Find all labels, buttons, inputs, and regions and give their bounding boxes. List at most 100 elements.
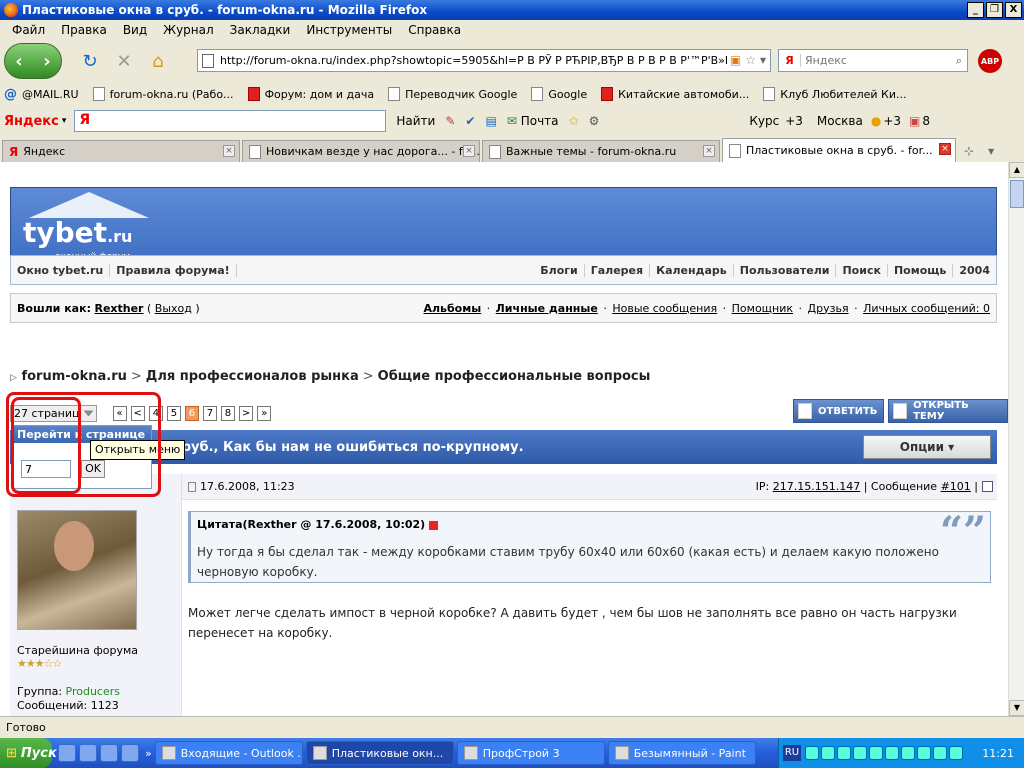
tab-yandex[interactable]: Я Яндекс × (2, 140, 240, 162)
minimize-button[interactable]: _ (967, 2, 984, 18)
search-input[interactable] (801, 53, 931, 68)
site-logo[interactable]: tybet.ru (23, 216, 132, 249)
nav-calendar[interactable]: Календарь (650, 263, 734, 277)
page-8[interactable]: 8 (220, 406, 235, 421)
personal-data-link[interactable]: Личные данные (496, 302, 598, 315)
breadcrumb-general[interactable]: Общие профессиональные вопросы (378, 369, 651, 384)
menu-view[interactable]: Вид (115, 23, 155, 37)
quicklaunch-icon-2[interactable] (79, 744, 97, 762)
volume-icon[interactable] (949, 746, 963, 760)
back-forward-buttons[interactable]: ‹ › (4, 43, 62, 79)
tab-list-icon[interactable]: ▾ (988, 144, 994, 158)
scroll-up-icon[interactable]: ▲ (1009, 162, 1024, 178)
start-button[interactable]: ⊞ Пуск (0, 738, 57, 768)
nav-users[interactable]: Пользователи (734, 263, 837, 277)
tab-scroll-icon[interactable]: ⊹ (964, 144, 974, 158)
tray-icon-6[interactable] (885, 746, 899, 760)
bookmark-google[interactable]: Google (531, 87, 587, 101)
yandex-engine-icon[interactable]: Я (779, 54, 801, 67)
mail-button[interactable]: ✉ Почта (507, 114, 559, 128)
adblock-button[interactable]: ABP (978, 49, 1002, 73)
search-box[interactable]: Я ⌕ (778, 49, 968, 72)
quicklaunch-icon-3[interactable] (100, 744, 118, 762)
reply-button[interactable]: ОТВЕТИТЬ (793, 399, 885, 423)
vertical-scrollbar[interactable]: ▲ ▼ (1008, 162, 1024, 716)
nav-blogs[interactable]: Блоги (534, 263, 585, 277)
language-indicator[interactable]: RU (783, 745, 801, 761)
friends-link[interactable]: Друзья (808, 302, 849, 315)
tray-icon-2[interactable] (821, 746, 835, 760)
breadcrumb-professionals[interactable]: Для профессионалов рынка (146, 369, 359, 384)
task-paint[interactable]: Безымянный - Paint (607, 741, 756, 765)
new-topic-button[interactable]: ОТКРЫТЬ ТЕМУ (888, 399, 1008, 423)
close-tab-icon[interactable]: × (223, 145, 235, 157)
mail-count-icon[interactable]: ▣ (909, 114, 920, 128)
bookmark-forum-okna[interactable]: forum-okna.ru (Рабо... (92, 87, 234, 101)
reload-icon[interactable]: ↻ (78, 49, 102, 73)
ip-link[interactable]: 217.15.151.147 (773, 480, 860, 493)
page-5[interactable]: 5 (166, 406, 181, 421)
nav-search[interactable]: Поиск (836, 263, 888, 277)
logout-link[interactable]: Выход (155, 302, 192, 315)
nav-2004[interactable]: 2004 (953, 264, 996, 277)
close-tab-icon[interactable]: × (463, 145, 475, 157)
back-icon[interactable]: ‹ (15, 51, 22, 72)
close-tab-icon[interactable]: × (939, 143, 951, 155)
tray-icon-1[interactable] (805, 746, 819, 760)
nav-okno-tybet[interactable]: Окно tybet.ru (11, 263, 111, 277)
close-button[interactable]: X (1005, 2, 1022, 18)
tab-plastikovye-okna[interactable]: Пластиковые окна в сруб. - for... × (722, 138, 956, 162)
tray-icon-7[interactable] (901, 746, 915, 760)
menu-history[interactable]: Журнал (155, 23, 222, 37)
nav-gallery[interactable]: Галерея (585, 263, 651, 277)
avatar[interactable] (17, 510, 137, 630)
bookmark-china-cars[interactable]: Китайские автомоби... (601, 87, 749, 101)
forward-icon[interactable]: › (43, 51, 50, 72)
close-tab-icon[interactable]: × (703, 145, 715, 157)
assistant-link[interactable]: Помощник (732, 302, 793, 315)
bookmark-translator[interactable]: Переводчик Google (388, 87, 517, 101)
tray-icon-3[interactable] (837, 746, 851, 760)
city-label[interactable]: Москва (817, 114, 863, 128)
rate-label[interactable]: Курс (749, 114, 779, 128)
menu-tools[interactable]: Инструменты (298, 23, 400, 37)
nav-rules[interactable]: Правила форума! (110, 263, 237, 277)
task-outlook[interactable]: Входящие - Outlook ... (154, 741, 303, 765)
search-icon[interactable]: ⌕ (956, 54, 962, 68)
scroll-thumb[interactable] (1010, 180, 1024, 208)
tray-icon-8[interactable] (917, 746, 931, 760)
nav-help[interactable]: Помощь (888, 263, 954, 277)
scroll-down-icon[interactable]: ▼ (1009, 700, 1024, 716)
menu-file[interactable]: Файл (4, 23, 53, 37)
tray-icon-5[interactable] (869, 746, 883, 760)
bookmark-star-icon[interactable]: ☆ (745, 53, 756, 67)
rss-icon[interactable]: ▣ (730, 53, 741, 67)
select-post-checkbox[interactable] (982, 481, 993, 492)
quicklaunch-icon-4[interactable] (121, 744, 139, 762)
menu-bookmarks[interactable]: Закладки (222, 23, 299, 37)
options-button[interactable]: Опции ▾ (863, 435, 991, 459)
home-icon[interactable]: ⌂ (146, 49, 170, 73)
tab-novichkam[interactable]: Новичкам везде у нас дорога... - for... … (242, 140, 480, 162)
albums-link[interactable]: Альбомы (423, 302, 481, 315)
dropdown-icon[interactable]: ▾ (760, 53, 766, 67)
menu-edit[interactable]: Правка (53, 23, 115, 37)
bookmark-club[interactable]: Клуб Любителей Ки... (763, 87, 906, 101)
clock[interactable]: 11:21 (982, 747, 1014, 760)
tray-icon-9[interactable] (933, 746, 947, 760)
tab-vazhnye-temy[interactable]: Важные темы - forum-okna.ru × (482, 140, 720, 162)
breadcrumb-forum[interactable]: forum-okna.ru (21, 369, 126, 384)
yandex-logo[interactable]: Яндекс (4, 114, 59, 129)
chevron-down-icon[interactable]: ▾ (62, 116, 67, 126)
translate-icon[interactable]: ▤ (485, 114, 496, 128)
find-button[interactable]: Найти (396, 114, 435, 128)
stop-icon[interactable]: ✕ (112, 49, 136, 73)
page-7[interactable]: 7 (202, 406, 217, 421)
page-last[interactable]: » (257, 406, 272, 421)
spellcheck-icon[interactable]: ✔ (465, 114, 475, 128)
user-link[interactable]: Rexther (94, 302, 143, 315)
maximize-button[interactable]: ❐ (986, 2, 1003, 18)
quicklaunch-icon-1[interactable] (58, 744, 76, 762)
task-firefox[interactable]: Пластиковые окн... (305, 741, 454, 765)
marker-icon[interactable]: ✎ (445, 114, 455, 128)
